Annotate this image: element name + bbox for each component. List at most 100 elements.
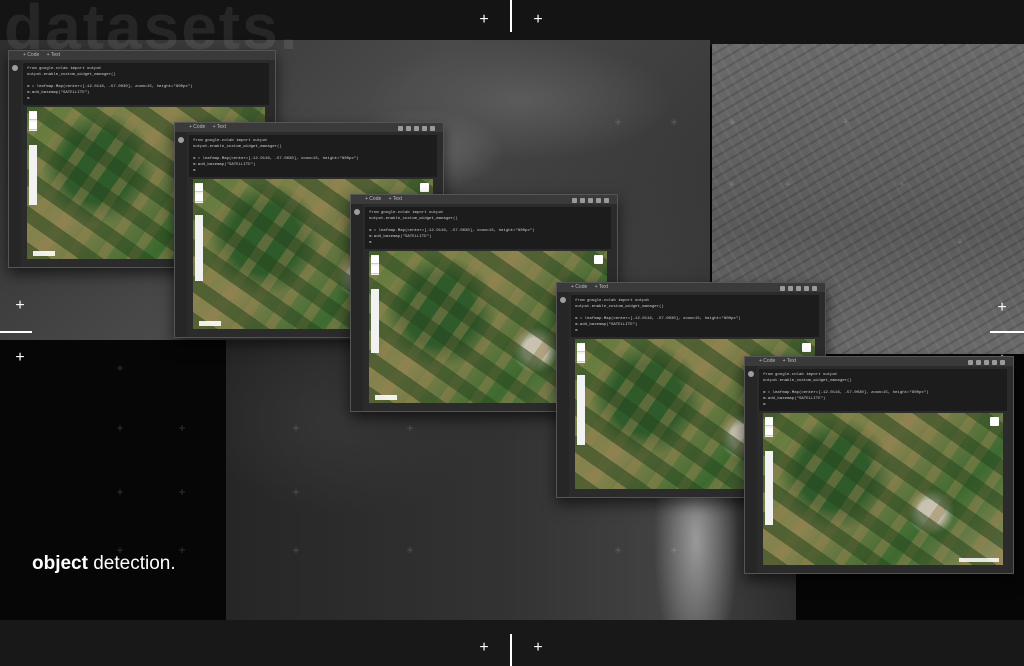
cell-tool-icon[interactable] bbox=[414, 126, 419, 131]
satellite-map[interactable] bbox=[763, 413, 1003, 565]
zoom-control[interactable] bbox=[195, 183, 203, 203]
add-code-button[interactable]: + Code bbox=[759, 358, 775, 364]
code-line: output.enable_custom_widget_manager() bbox=[193, 145, 282, 149]
plus-marker-icon: + bbox=[533, 11, 543, 28]
cell-toolbar[interactable] bbox=[572, 198, 609, 203]
map-attribution bbox=[959, 558, 999, 562]
grid-plus-icon: + bbox=[728, 115, 736, 129]
cell-tool-icon[interactable] bbox=[992, 360, 997, 365]
cell-toolbar[interactable] bbox=[968, 360, 1005, 365]
grid-plus-icon: + bbox=[406, 543, 414, 557]
map-toolbar[interactable] bbox=[765, 451, 773, 525]
cell-tool-icon[interactable] bbox=[422, 126, 427, 131]
scale-bar bbox=[33, 251, 55, 256]
code-line: output.enable_custom_widget_manager() bbox=[575, 305, 664, 309]
cell-gutter bbox=[9, 60, 21, 267]
cell-tool-icon[interactable] bbox=[398, 126, 403, 131]
grid-plus-icon: + bbox=[614, 115, 622, 129]
cell-tool-icon[interactable] bbox=[804, 286, 809, 291]
play-cell-icon[interactable] bbox=[12, 65, 18, 71]
map-toolbar[interactable] bbox=[577, 375, 585, 445]
grid-plus-icon: + bbox=[784, 177, 792, 191]
zoom-out-button[interactable] bbox=[195, 194, 203, 202]
grid-plus-icon: + bbox=[406, 421, 414, 435]
cell-gutter bbox=[351, 204, 363, 411]
add-code-button[interactable]: + Code bbox=[571, 284, 587, 290]
zoom-control[interactable] bbox=[29, 111, 37, 131]
cell-tool-icon[interactable] bbox=[1000, 360, 1005, 365]
map-toolbar[interactable] bbox=[29, 145, 37, 205]
layers-icon[interactable] bbox=[990, 417, 999, 426]
code-line: output.enable_custom_widget_manager() bbox=[27, 73, 116, 77]
map-toolbar[interactable] bbox=[195, 215, 203, 281]
zoom-control[interactable] bbox=[577, 343, 585, 363]
grid-plus-icon: + bbox=[116, 485, 124, 499]
caption: object detection. bbox=[32, 553, 176, 575]
code-line: output.enable_custom_widget_manager() bbox=[763, 379, 852, 383]
layers-icon[interactable] bbox=[594, 255, 603, 264]
cell-tool-icon[interactable] bbox=[580, 198, 585, 203]
plus-marker-icon: + bbox=[15, 349, 25, 366]
grid-plus-icon: + bbox=[292, 543, 300, 557]
cell-toolbar[interactable] bbox=[398, 126, 435, 131]
add-code-button[interactable]: + Code bbox=[365, 196, 381, 202]
cell-tool-icon[interactable] bbox=[796, 286, 801, 291]
add-code-button[interactable]: + Code bbox=[189, 124, 205, 130]
notebook-window[interactable]: + Code + Text from google.colab import o… bbox=[744, 356, 1014, 574]
grid-plus-icon: + bbox=[292, 485, 300, 499]
zoom-out-button[interactable] bbox=[577, 354, 585, 362]
zoom-out-button[interactable] bbox=[765, 428, 773, 436]
zoom-out-button[interactable] bbox=[29, 122, 37, 130]
cell-tool-icon[interactable] bbox=[604, 198, 609, 203]
code-cell[interactable]: from google.colab import output output.e… bbox=[23, 63, 269, 105]
code-line: m = leafmap.Map(center=[-12.0116, -57.00… bbox=[27, 85, 193, 89]
cell-tool-icon[interactable] bbox=[430, 126, 435, 131]
grid-plus-icon: + bbox=[116, 361, 124, 375]
zoom-in-button[interactable] bbox=[371, 256, 379, 264]
layers-icon[interactable] bbox=[802, 343, 811, 352]
code-line: m bbox=[369, 241, 372, 245]
code-cell[interactable]: from google.colab import output output.e… bbox=[759, 369, 1007, 411]
zoom-out-button[interactable] bbox=[371, 266, 379, 274]
cell-tool-icon[interactable] bbox=[976, 360, 981, 365]
zoom-in-button[interactable] bbox=[577, 344, 585, 352]
play-cell-icon[interactable] bbox=[354, 209, 360, 215]
code-line: m.add_basemap("SATELLITE") bbox=[369, 235, 432, 239]
layers-icon[interactable] bbox=[420, 183, 429, 192]
code-cell[interactable]: from google.colab import output output.e… bbox=[365, 207, 611, 249]
cell-tool-icon[interactable] bbox=[780, 286, 785, 291]
cell-tool-icon[interactable] bbox=[812, 286, 817, 291]
add-text-button[interactable]: + Text bbox=[783, 358, 796, 364]
cell-tool-icon[interactable] bbox=[596, 198, 601, 203]
cell-tool-icon[interactable] bbox=[984, 360, 989, 365]
play-cell-icon[interactable] bbox=[748, 371, 754, 377]
add-text-button[interactable]: + Text bbox=[47, 52, 60, 58]
code-line: m.add_basemap("SATELLITE") bbox=[763, 397, 826, 401]
cell-tool-icon[interactable] bbox=[788, 286, 793, 291]
cell-tool-icon[interactable] bbox=[588, 198, 593, 203]
code-cell[interactable]: from google.colab import output output.e… bbox=[189, 135, 437, 177]
cell-tool-icon[interactable] bbox=[968, 360, 973, 365]
cell-gutter bbox=[745, 366, 757, 573]
code-line: m.add_basemap("SATELLITE") bbox=[193, 163, 256, 167]
zoom-in-button[interactable] bbox=[765, 418, 773, 426]
map-toolbar[interactable] bbox=[371, 289, 379, 353]
zoom-control[interactable] bbox=[371, 255, 379, 275]
add-text-button[interactable]: + Text bbox=[389, 196, 402, 202]
cell-tool-icon[interactable] bbox=[572, 198, 577, 203]
play-cell-icon[interactable] bbox=[560, 297, 566, 303]
zoom-in-button[interactable] bbox=[195, 184, 203, 192]
add-text-button[interactable]: + Text bbox=[595, 284, 608, 290]
zoom-control[interactable] bbox=[765, 417, 773, 437]
play-cell-icon[interactable] bbox=[178, 137, 184, 143]
grid-plus-icon: + bbox=[292, 421, 300, 435]
add-text-button[interactable]: + Text bbox=[213, 124, 226, 130]
code-line: m = leafmap.Map(center=[-12.0116, -57.00… bbox=[193, 157, 359, 161]
code-cell[interactable]: from google.colab import output output.e… bbox=[571, 295, 819, 337]
cell-toolbar[interactable] bbox=[780, 286, 817, 291]
notebook-toolbar: + Code + Text bbox=[9, 51, 275, 60]
cell-tool-icon[interactable] bbox=[406, 126, 411, 131]
zoom-in-button[interactable] bbox=[29, 112, 37, 120]
add-code-button[interactable]: + Code bbox=[23, 52, 39, 58]
bottom-band bbox=[0, 620, 1024, 666]
